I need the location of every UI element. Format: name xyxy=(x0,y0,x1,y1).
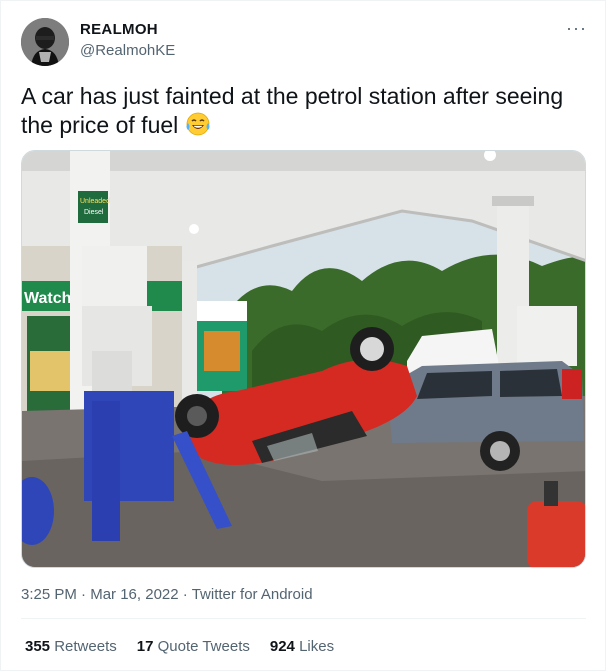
display-name[interactable]: REALMOH xyxy=(80,21,158,38)
likes-count: 924 xyxy=(269,638,295,655)
tweet-body: A car has just fainted at the petrol sta… xyxy=(21,83,564,138)
tweet-source[interactable]: Twitter for Android xyxy=(192,586,313,603)
meta-separator: · xyxy=(182,586,188,603)
user-handle[interactable]: @RealmohKE xyxy=(80,42,175,59)
tweet-date[interactable]: Mar 16, 2022 xyxy=(90,586,178,603)
more-options-icon[interactable]: ··· xyxy=(566,18,587,39)
meta-separator: · xyxy=(81,586,87,603)
petrol-station-scene: Watch Unleaded Diesel xyxy=(22,151,585,567)
pump-label-diesel: Diesel xyxy=(84,209,104,216)
retweets-count: 355 xyxy=(25,638,51,655)
avatar[interactable] xyxy=(21,18,69,66)
tweet-text: A car has just fainted at the petrol sta… xyxy=(21,82,586,144)
face-with-tears-of-joy-icon xyxy=(185,111,211,144)
tweet-time[interactable]: 3:25 PM xyxy=(21,586,77,603)
retweets-stat[interactable]: 355 Retweets xyxy=(25,638,117,655)
engagement-stats: 355 Retweets 17 Quote Tweets 924 Likes xyxy=(25,638,334,655)
quote-tweets-label: Quote Tweets xyxy=(157,638,250,655)
avatar-photo xyxy=(21,18,69,66)
likes-label: Likes xyxy=(299,638,335,655)
pump-label-unleaded: Unleaded xyxy=(80,198,110,205)
likes-stat[interactable]: 924 Likes xyxy=(270,638,334,655)
tweet-meta: 3:25 PM · Mar 16, 2022 · Twitter for And… xyxy=(21,586,313,603)
shop-sign-text: Watch xyxy=(24,290,71,307)
tweet-photo[interactable]: Watch Unleaded Diesel xyxy=(21,150,586,568)
retweets-label: Retweets xyxy=(54,638,117,655)
divider xyxy=(21,618,586,619)
quote-tweets-count: 17 xyxy=(136,638,154,655)
quote-tweets-stat[interactable]: 17 Quote Tweets xyxy=(137,638,250,655)
